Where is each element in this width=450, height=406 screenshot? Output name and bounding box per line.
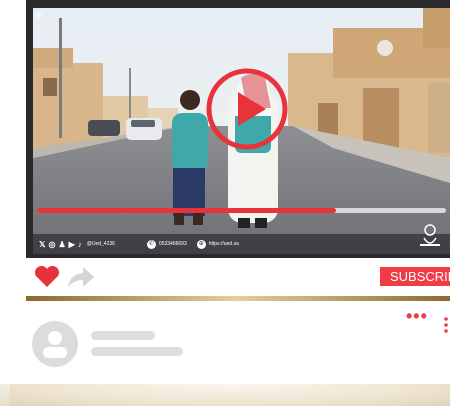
- share-icon[interactable]: [66, 265, 96, 289]
- website-url: https://ued.sa: [208, 241, 239, 247]
- video-player[interactable]: ❀ 𝕏 ◎ ♟ ▶ ♪ @Ued_4236 ✆ 0533466693 ⊕ htt…: [33, 8, 450, 254]
- play-icon: [238, 92, 266, 126]
- more-options-icon[interactable]: •••: [406, 307, 428, 325]
- placeholder-line: [91, 331, 155, 340]
- comment-placeholder: •••: [26, 301, 450, 386]
- globe-icon: ⊕: [196, 239, 206, 249]
- whatsapp-icon: ✆: [146, 239, 156, 249]
- subscribe-button[interactable]: SUBSCRIBE: [380, 267, 450, 286]
- x-icon: 𝕏: [39, 239, 46, 249]
- youtube-icon: ▶: [68, 239, 75, 249]
- placeholder-line: [91, 347, 183, 356]
- progress-bar[interactable]: [37, 208, 446, 213]
- tiktok-icon: ♪: [77, 239, 82, 249]
- decorative-footer: [0, 384, 450, 406]
- heart-icon[interactable]: [34, 266, 60, 288]
- post-actions: SUBSCRIBE: [26, 262, 450, 292]
- user-icon: [43, 331, 67, 358]
- snapchat-icon: ♟: [58, 239, 66, 249]
- vertical-more-icon[interactable]: [444, 317, 448, 333]
- avatar: [32, 321, 78, 367]
- phone-number: 0533466693: [158, 241, 187, 247]
- play-button[interactable]: [206, 68, 288, 150]
- organization-logo: [420, 224, 440, 246]
- progress-fill: [37, 208, 336, 213]
- video-info-bar: 𝕏 ◎ ♟ ▶ ♪ @Ued_4236 ✆ 0533466693 ⊕ https…: [33, 224, 450, 254]
- social-handle: @Ued_4236: [86, 241, 115, 247]
- channel-watermark-icon: ❀: [35, 10, 43, 20]
- instagram-icon: ◎: [48, 239, 56, 249]
